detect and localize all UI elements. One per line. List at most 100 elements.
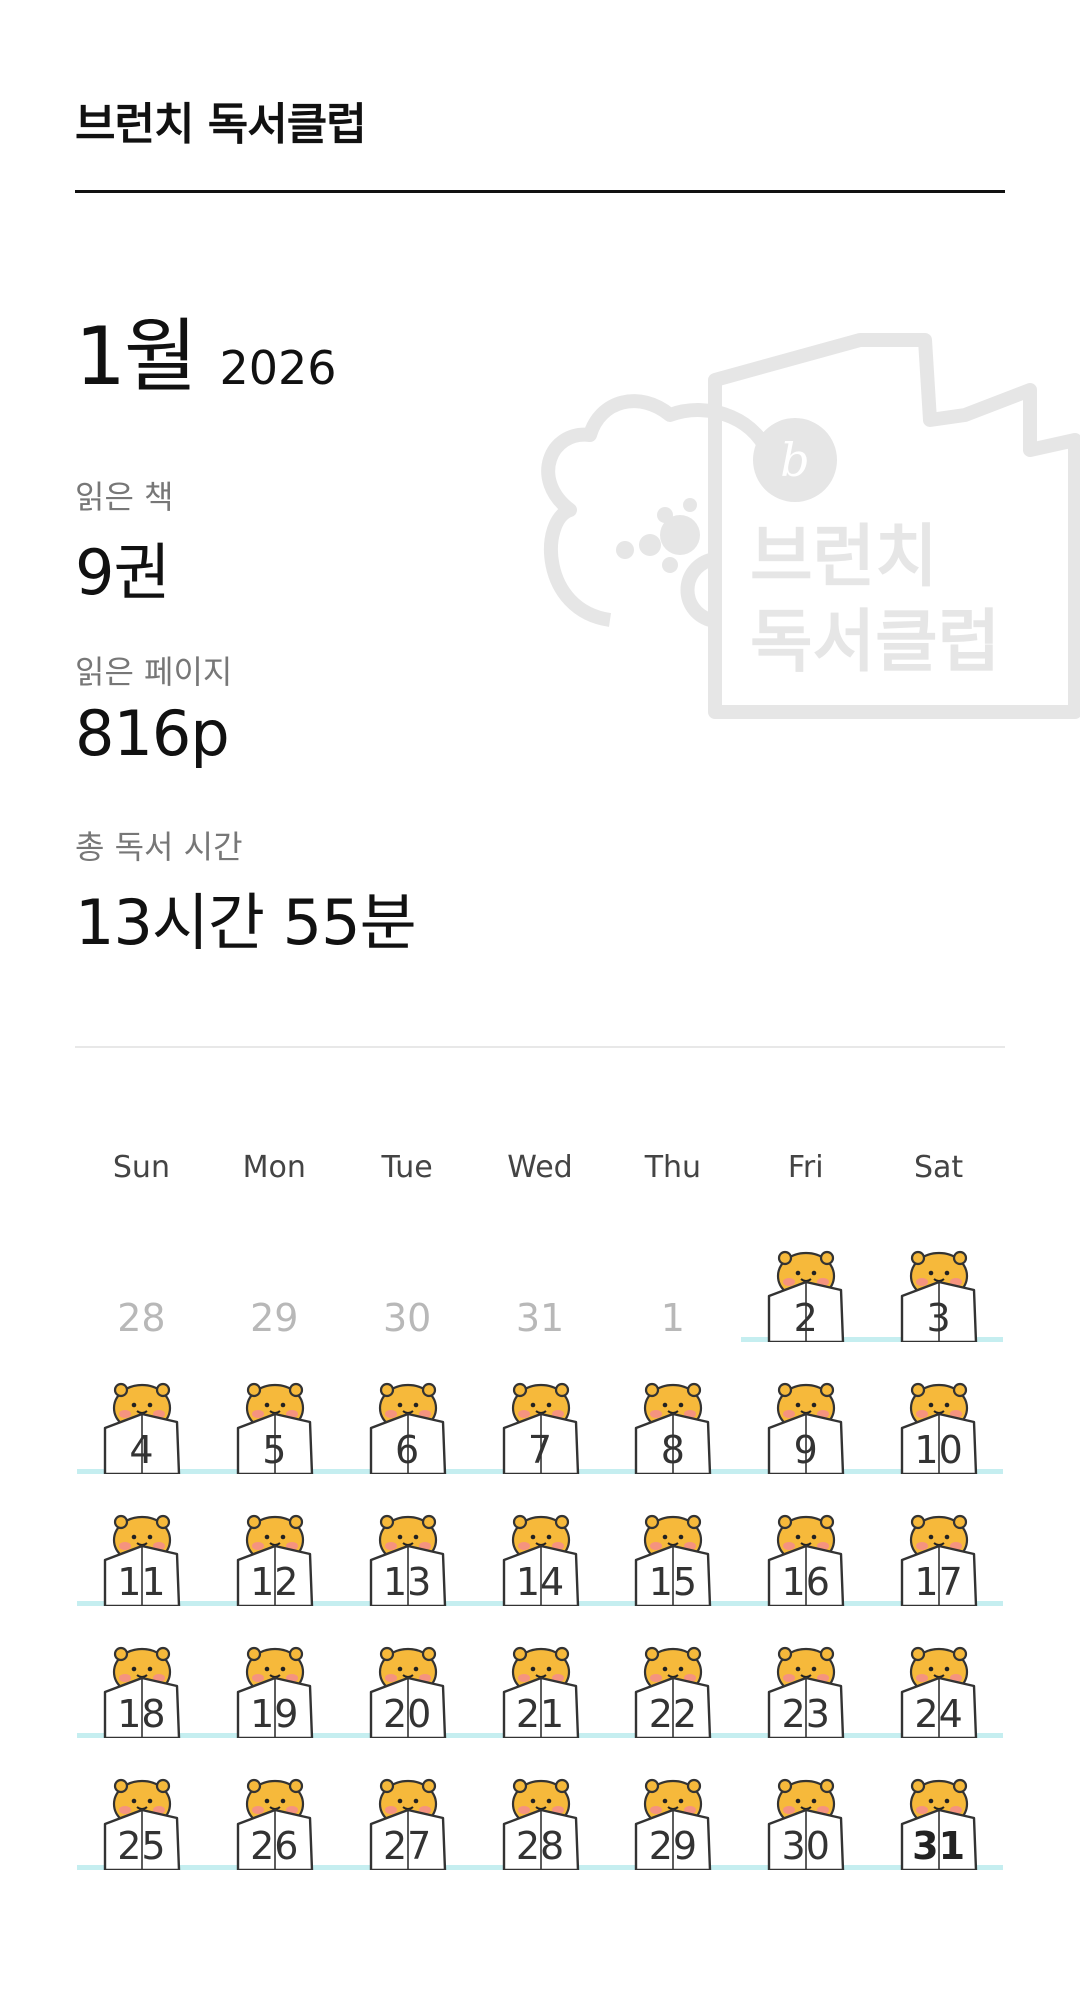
day-number: 12 xyxy=(250,1560,299,1604)
weekday-wed: Wed xyxy=(507,1150,573,1185)
book-club-watermark: b 브런치 독서클럽 xyxy=(541,333,1080,719)
day-number: 7 xyxy=(527,1428,553,1472)
day-number: 24 xyxy=(914,1692,963,1736)
day-number: 31 xyxy=(515,1296,565,1340)
calendar-day[interactable]: 12 xyxy=(208,1474,341,1608)
day-number: 27 xyxy=(382,1824,432,1868)
year-label: 2026 xyxy=(219,341,337,395)
day-number: 14 xyxy=(515,1560,565,1604)
calendar-day[interactable]: 20 xyxy=(341,1606,474,1740)
calendar-day[interactable]: 23 xyxy=(739,1606,872,1740)
pages-read-label: 읽은 페이지 xyxy=(75,653,233,691)
calendar-day[interactable]: 6 xyxy=(341,1342,474,1476)
day-number: 1 xyxy=(660,1296,685,1340)
calendar-day[interactable]: 28 xyxy=(75,1210,208,1342)
weekday-thu: Thu xyxy=(644,1150,702,1185)
day-number: 25 xyxy=(117,1824,166,1868)
day-number: 18 xyxy=(117,1692,166,1736)
day-number: 4 xyxy=(129,1428,154,1472)
day-number: 21 xyxy=(515,1692,565,1736)
day-number: 8 xyxy=(660,1428,685,1472)
calendar-day[interactable]: 26 xyxy=(208,1738,341,1872)
calendar-day[interactable]: 25 xyxy=(75,1738,208,1872)
svg-text:브런치: 브런치 xyxy=(750,518,938,597)
calendar-day[interactable]: 29 xyxy=(606,1738,739,1872)
calendar-day[interactable]: 8 xyxy=(606,1342,739,1476)
weekday-fri: Fri xyxy=(787,1150,824,1185)
day-number: 11 xyxy=(117,1560,166,1604)
calendar-day[interactable]: 14 xyxy=(474,1474,607,1608)
calendar-day[interactable]: 18 xyxy=(75,1606,208,1740)
calendar-day[interactable]: 22 xyxy=(606,1606,739,1740)
day-number: 22 xyxy=(648,1692,698,1736)
calendar-week: 11 12 13 14 15 16 17 xyxy=(75,1474,1005,1608)
weekday-sat: Sat xyxy=(913,1150,964,1185)
calendar-day[interactable]: 28 xyxy=(474,1738,607,1872)
calendar-week: 25 26 27 28 29 30 31 xyxy=(75,1738,1005,1872)
calendar-day[interactable]: 31 xyxy=(872,1738,1005,1872)
calendar-day[interactable]: 7 xyxy=(474,1342,607,1476)
day-number: 9 xyxy=(793,1428,818,1472)
calendar-day[interactable]: 1 xyxy=(606,1210,739,1342)
calendar-day[interactable]: 19 xyxy=(208,1606,341,1740)
day-number: 5 xyxy=(262,1428,287,1472)
page-title: 브런치 독서클럽 xyxy=(75,99,367,150)
calendar-day[interactable]: 5 xyxy=(208,1342,341,1476)
books-read-label: 읽은 책 xyxy=(75,478,174,516)
weekday-tue: Tue xyxy=(381,1150,433,1185)
header-divider xyxy=(75,190,1005,193)
day-number: 3 xyxy=(926,1296,951,1340)
day-number: 15 xyxy=(648,1560,698,1604)
calendar-day[interactable]: 30 xyxy=(341,1210,474,1342)
calendar-day[interactable]: 10 xyxy=(872,1342,1005,1476)
calendar-day[interactable]: 11 xyxy=(75,1474,208,1608)
day-number: 19 xyxy=(250,1692,299,1736)
day-number: 20 xyxy=(382,1692,432,1736)
calendar-day[interactable]: 29 xyxy=(208,1210,341,1342)
calendar-day[interactable]: 24 xyxy=(872,1606,1005,1740)
day-number: 28 xyxy=(117,1296,166,1340)
calendar-day[interactable]: 16 xyxy=(739,1474,872,1608)
day-number: 13 xyxy=(382,1560,432,1604)
reading-time-value: 13시간 55분 xyxy=(75,886,417,959)
day-number: 29 xyxy=(648,1824,698,1868)
day-number: 16 xyxy=(781,1560,830,1604)
day-number: 6 xyxy=(395,1428,420,1472)
month-heading: 1월 2026 xyxy=(75,292,337,408)
books-read-value: 9권 xyxy=(75,536,170,609)
calendar-day[interactable]: 4 xyxy=(75,1342,208,1476)
calendar-day[interactable]: 17 xyxy=(872,1474,1005,1608)
day-number: 30 xyxy=(781,1824,830,1868)
svg-text:b: b xyxy=(780,433,809,487)
calendar-day[interactable]: 21 xyxy=(474,1606,607,1740)
calendar-day[interactable]: 15 xyxy=(606,1474,739,1608)
day-number: 30 xyxy=(382,1296,432,1340)
svg-text:독서클럽: 독서클럽 xyxy=(750,603,1000,682)
day-number: 10 xyxy=(914,1428,963,1472)
pages-read-value: 816p xyxy=(75,697,230,770)
weekday-header: Sun Mon Tue Wed Thu Fri Sat xyxy=(75,1150,1005,1185)
day-number: 2 xyxy=(793,1296,818,1340)
calendar-day[interactable]: 9 xyxy=(739,1342,872,1476)
calendar-day[interactable]: 30 xyxy=(739,1738,872,1872)
day-number: 23 xyxy=(781,1692,830,1736)
day-number: 31 xyxy=(912,1824,966,1868)
calendar-day[interactable]: 31 xyxy=(474,1210,607,1342)
calendar-day[interactable]: 27 xyxy=(341,1738,474,1872)
reading-time-label: 총 독서 시간 xyxy=(75,828,243,866)
calendar-grid: 28 29 30 31 1 2 3 4 5 6 7 8 9 10 11 12 1… xyxy=(75,1210,1005,1872)
calendar-day[interactable]: 3 xyxy=(872,1210,1005,1344)
month-label: 1월 xyxy=(75,310,197,403)
day-number: 17 xyxy=(914,1560,963,1604)
calendar-day[interactable]: 13 xyxy=(341,1474,474,1608)
day-number: 29 xyxy=(250,1296,299,1340)
day-number: 28 xyxy=(515,1824,565,1868)
weekday-sun: Sun xyxy=(112,1150,170,1185)
weekday-mon: Mon xyxy=(242,1150,306,1185)
calendar-week: 18 19 20 21 22 23 24 xyxy=(75,1606,1005,1740)
day-number: 26 xyxy=(250,1824,299,1868)
calendar-week: 4 5 6 7 8 9 10 xyxy=(75,1342,1005,1476)
section-divider xyxy=(75,1046,1005,1048)
calendar-day[interactable]: 2 xyxy=(739,1210,872,1344)
calendar-week: 28 29 30 31 1 2 3 xyxy=(75,1210,1005,1344)
